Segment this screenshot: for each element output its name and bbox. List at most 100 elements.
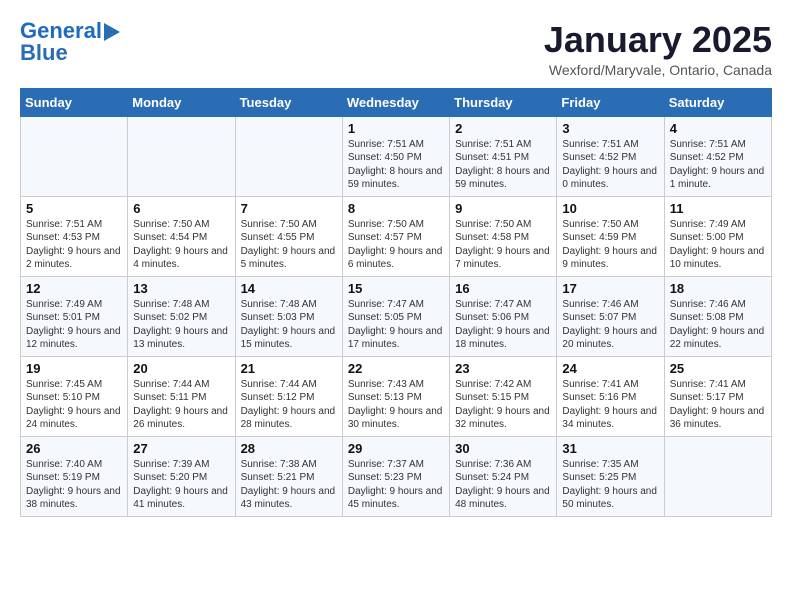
calendar-cell: 28 Sunrise: 7:38 AM Sunset: 5:21 PM Dayli…: [235, 436, 342, 516]
calendar-cell: 10 Sunrise: 7:50 AM Sunset: 4:59 PM Dayli…: [557, 196, 664, 276]
calendar-cell: 29Sunrise: 7:37 AM Sunset: 5:23 PM Dayli…: [342, 436, 449, 516]
day-info: Sunrise: 7:47 AM Sunset: 5:05 PM Dayligh…: [348, 298, 444, 352]
calendar-cell: 13 Sunrise: 7:48 AM Sunset: 5:02 PM Dayli…: [128, 276, 235, 356]
calendar-week-row: 19Sunrise: 7:45 AM Sunset: 5:10 PM Dayli…: [21, 356, 772, 436]
calendar-cell: 6 Sunrise: 7:50 AM Sunset: 4:54 PM Daylig…: [128, 196, 235, 276]
day-info: Sunrise: 7:49 AM Sunset: 5:00 PM Dayligh…: [670, 218, 766, 272]
day-number: 4: [670, 121, 766, 136]
day-header-saturday: Saturday: [664, 88, 771, 116]
calendar-cell: 19Sunrise: 7:45 AM Sunset: 5:10 PM Dayli…: [21, 356, 128, 436]
location-text: Wexford/Maryvale, Ontario, Canada: [544, 62, 772, 78]
day-number: 18: [670, 281, 766, 296]
title-area: January 2025 Wexford/Maryvale, Ontario, …: [544, 20, 772, 78]
calendar-cell: 26Sunrise: 7:40 AM Sunset: 5:19 PM Dayli…: [21, 436, 128, 516]
calendar-week-row: 26Sunrise: 7:40 AM Sunset: 5:19 PM Dayli…: [21, 436, 772, 516]
day-number: 10: [562, 201, 658, 216]
calendar-cell: 30 Sunrise: 7:36 AM Sunset: 5:24 PM Dayli…: [450, 436, 557, 516]
calendar-cell: 20 Sunrise: 7:44 AM Sunset: 5:11 PM Dayli…: [128, 356, 235, 436]
day-info: Sunrise: 7:39 AM Sunset: 5:20 PM Dayligh…: [133, 458, 229, 512]
day-info: Sunrise: 7:37 AM Sunset: 5:23 PM Dayligh…: [348, 458, 444, 512]
calendar-cell: 2Sunrise: 7:51 AM Sunset: 4:51 PM Daylig…: [450, 116, 557, 196]
day-info: Sunrise: 7:50 AM Sunset: 4:59 PM Dayligh…: [562, 218, 658, 272]
day-info: Sunrise: 7:50 AM Sunset: 4:58 PM Dayligh…: [455, 218, 551, 272]
calendar-cell: 15Sunrise: 7:47 AM Sunset: 5:05 PM Dayli…: [342, 276, 449, 356]
day-info: Sunrise: 7:51 AM Sunset: 4:50 PM Dayligh…: [348, 138, 444, 192]
calendar-cell: 17 Sunrise: 7:46 AM Sunset: 5:07 PM Dayli…: [557, 276, 664, 356]
day-number: 30: [455, 441, 551, 456]
day-info: Sunrise: 7:35 AM Sunset: 5:25 PM Dayligh…: [562, 458, 658, 512]
calendar-cell: 24 Sunrise: 7:41 AM Sunset: 5:16 PM Dayli…: [557, 356, 664, 436]
day-number: 22: [348, 361, 444, 376]
calendar-cell: 11 Sunrise: 7:49 AM Sunset: 5:00 PM Dayli…: [664, 196, 771, 276]
day-info: Sunrise: 7:36 AM Sunset: 5:24 PM Dayligh…: [455, 458, 551, 512]
day-info: Sunrise: 7:44 AM Sunset: 5:12 PM Dayligh…: [241, 378, 337, 432]
day-number: 11: [670, 201, 766, 216]
day-header-friday: Friday: [557, 88, 664, 116]
day-info: Sunrise: 7:50 AM Sunset: 4:54 PM Dayligh…: [133, 218, 229, 272]
calendar-cell: [235, 116, 342, 196]
calendar-cell: 4 Sunrise: 7:51 AM Sunset: 4:52 PM Daylig…: [664, 116, 771, 196]
calendar-cell: 21 Sunrise: 7:44 AM Sunset: 5:12 PM Dayli…: [235, 356, 342, 436]
calendar-cell: 5Sunrise: 7:51 AM Sunset: 4:53 PM Daylig…: [21, 196, 128, 276]
calendar-cell: [664, 436, 771, 516]
day-number: 19: [26, 361, 122, 376]
day-header-sunday: Sunday: [21, 88, 128, 116]
logo-text: General: [20, 20, 102, 42]
month-title: January 2025: [544, 20, 772, 60]
day-number: 25: [670, 361, 766, 376]
calendar-cell: 31 Sunrise: 7:35 AM Sunset: 5:25 PM Dayli…: [557, 436, 664, 516]
day-info: Sunrise: 7:46 AM Sunset: 5:08 PM Dayligh…: [670, 298, 766, 352]
day-number: 8: [348, 201, 444, 216]
day-info: Sunrise: 7:48 AM Sunset: 5:02 PM Dayligh…: [133, 298, 229, 352]
day-number: 1: [348, 121, 444, 136]
day-number: 24: [562, 361, 658, 376]
day-number: 9: [455, 201, 551, 216]
day-info: Sunrise: 7:42 AM Sunset: 5:15 PM Dayligh…: [455, 378, 551, 432]
calendar-cell: 12Sunrise: 7:49 AM Sunset: 5:01 PM Dayli…: [21, 276, 128, 356]
day-number: 17: [562, 281, 658, 296]
day-info: Sunrise: 7:51 AM Sunset: 4:52 PM Dayligh…: [670, 138, 766, 192]
day-info: Sunrise: 7:51 AM Sunset: 4:51 PM Dayligh…: [455, 138, 551, 192]
day-number: 6: [133, 201, 229, 216]
calendar-cell: [21, 116, 128, 196]
day-info: Sunrise: 7:38 AM Sunset: 5:21 PM Dayligh…: [241, 458, 337, 512]
calendar-header-row: SundayMondayTuesdayWednesdayThursdayFrid…: [21, 88, 772, 116]
calendar-cell: 22 Sunrise: 7:43 AM Sunset: 5:13 PM Dayli…: [342, 356, 449, 436]
calendar-cell: 9 Sunrise: 7:50 AM Sunset: 4:58 PM Daylig…: [450, 196, 557, 276]
calendar-cell: 27 Sunrise: 7:39 AM Sunset: 5:20 PM Dayli…: [128, 436, 235, 516]
day-number: 20: [133, 361, 229, 376]
day-info: Sunrise: 7:40 AM Sunset: 5:19 PM Dayligh…: [26, 458, 122, 512]
day-number: 31: [562, 441, 658, 456]
day-number: 27: [133, 441, 229, 456]
logo-arrow-icon: [104, 23, 120, 41]
calendar-cell: 23Sunrise: 7:42 AM Sunset: 5:15 PM Dayli…: [450, 356, 557, 436]
calendar-cell: 25 Sunrise: 7:41 AM Sunset: 5:17 PM Dayli…: [664, 356, 771, 436]
calendar-cell: [128, 116, 235, 196]
logo: General Blue: [20, 20, 120, 66]
day-number: 5: [26, 201, 122, 216]
day-info: Sunrise: 7:47 AM Sunset: 5:06 PM Dayligh…: [455, 298, 551, 352]
calendar-cell: 7Sunrise: 7:50 AM Sunset: 4:55 PM Daylig…: [235, 196, 342, 276]
calendar-week-row: 1 Sunrise: 7:51 AM Sunset: 4:50 PM Daylig…: [21, 116, 772, 196]
day-number: 12: [26, 281, 122, 296]
calendar-cell: 18 Sunrise: 7:46 AM Sunset: 5:08 PM Dayli…: [664, 276, 771, 356]
day-header-tuesday: Tuesday: [235, 88, 342, 116]
day-header-monday: Monday: [128, 88, 235, 116]
calendar-cell: 16 Sunrise: 7:47 AM Sunset: 5:06 PM Dayli…: [450, 276, 557, 356]
day-info: Sunrise: 7:43 AM Sunset: 5:13 PM Dayligh…: [348, 378, 444, 432]
calendar-cell: 1 Sunrise: 7:51 AM Sunset: 4:50 PM Daylig…: [342, 116, 449, 196]
calendar-week-row: 12Sunrise: 7:49 AM Sunset: 5:01 PM Dayli…: [21, 276, 772, 356]
day-info: Sunrise: 7:46 AM Sunset: 5:07 PM Dayligh…: [562, 298, 658, 352]
calendar-cell: 8 Sunrise: 7:50 AM Sunset: 4:57 PM Daylig…: [342, 196, 449, 276]
day-info: Sunrise: 7:44 AM Sunset: 5:11 PM Dayligh…: [133, 378, 229, 432]
calendar-cell: 3Sunrise: 7:51 AM Sunset: 4:52 PM Daylig…: [557, 116, 664, 196]
day-number: 21: [241, 361, 337, 376]
day-number: 28: [241, 441, 337, 456]
day-info: Sunrise: 7:41 AM Sunset: 5:17 PM Dayligh…: [670, 378, 766, 432]
day-info: Sunrise: 7:50 AM Sunset: 4:57 PM Dayligh…: [348, 218, 444, 272]
day-number: 13: [133, 281, 229, 296]
day-info: Sunrise: 7:41 AM Sunset: 5:16 PM Dayligh…: [562, 378, 658, 432]
day-header-wednesday: Wednesday: [342, 88, 449, 116]
day-info: Sunrise: 7:51 AM Sunset: 4:52 PM Dayligh…: [562, 138, 658, 192]
day-number: 16: [455, 281, 551, 296]
